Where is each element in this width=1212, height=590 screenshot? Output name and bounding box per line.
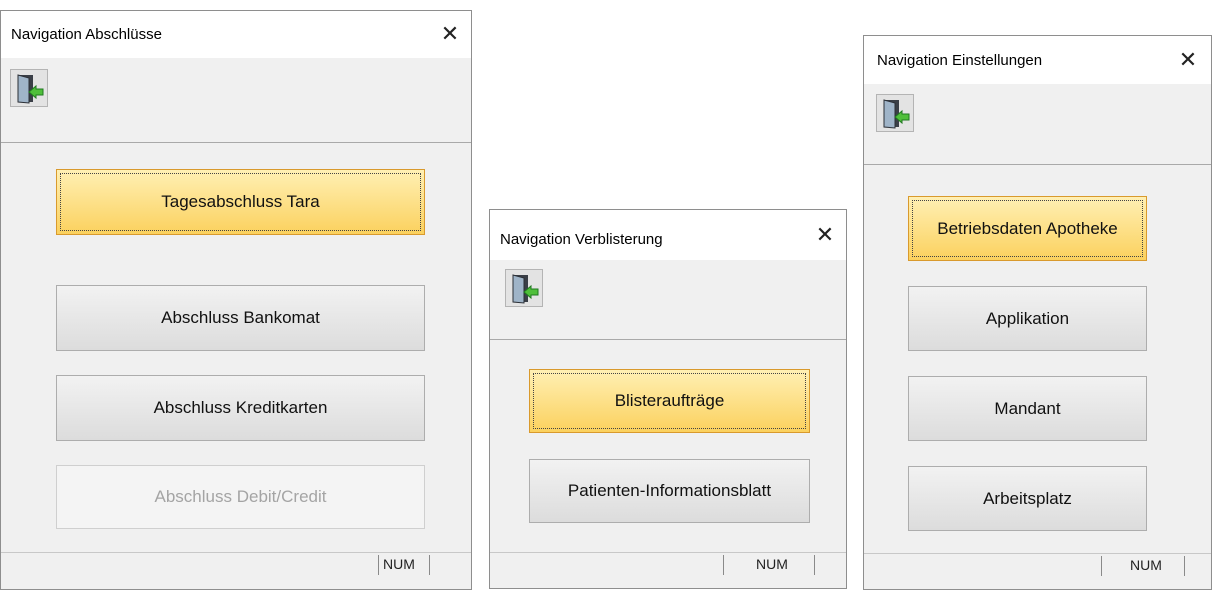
applikation-button[interactable]: Applikation xyxy=(908,286,1147,351)
title-bar: Navigation Abschlüsse ✕ xyxy=(1,11,471,58)
close-icon[interactable]: ✕ xyxy=(429,11,471,57)
num-lock-indicator: NUM xyxy=(383,556,415,572)
status-separator xyxy=(429,555,430,575)
abschluss-bankomat-button[interactable]: Abschluss Bankomat xyxy=(56,285,425,351)
close-icon[interactable]: ✕ xyxy=(804,210,846,260)
close-icon[interactable]: ✕ xyxy=(1167,36,1209,84)
window-title: Navigation Verblisterung xyxy=(500,231,663,248)
toolbar xyxy=(864,84,1211,165)
status-separator xyxy=(814,555,815,575)
exit-button[interactable] xyxy=(10,69,48,107)
status-bar: NUM xyxy=(1,552,471,575)
status-separator xyxy=(1101,556,1102,576)
title-bar: Navigation Verblisterung ✕ xyxy=(490,210,846,260)
window-navigation-einstellungen: Navigation Einstellungen ✕ Betriebsdaten… xyxy=(863,35,1212,590)
num-lock-indicator: NUM xyxy=(756,556,788,572)
toolbar xyxy=(1,58,471,143)
toolbar xyxy=(490,260,846,340)
window-title: Navigation Abschlüsse xyxy=(11,26,162,43)
abschluss-debit-credit-button: Abschluss Debit/Credit xyxy=(56,465,425,529)
window-title: Navigation Einstellungen xyxy=(877,52,1043,69)
betriebsdaten-apotheke-button[interactable]: Betriebsdaten Apotheke xyxy=(908,196,1147,261)
status-bar: NUM xyxy=(490,552,846,575)
exit-door-icon xyxy=(512,274,539,304)
exit-door-icon xyxy=(883,99,910,129)
status-separator xyxy=(723,555,724,575)
patienten-informationsblatt-button[interactable]: Patienten-Informationsblatt xyxy=(529,459,810,523)
abschluss-kreditkarten-button[interactable]: Abschluss Kreditkarten xyxy=(56,375,425,441)
window-navigation-verblisterung: Navigation Verblisterung ✕ Blisteraufträ… xyxy=(489,209,847,589)
exit-door-icon xyxy=(17,74,44,104)
title-bar: Navigation Einstellungen ✕ xyxy=(864,36,1211,84)
exit-button[interactable] xyxy=(505,269,543,307)
mandant-button[interactable]: Mandant xyxy=(908,376,1147,441)
status-bar: NUM xyxy=(864,553,1211,576)
exit-button[interactable] xyxy=(876,94,914,132)
window-navigation-abschluesse: Navigation Abschlüsse ✕ Tagesabschluss T… xyxy=(0,10,472,590)
arbeitsplatz-button[interactable]: Arbeitsplatz xyxy=(908,466,1147,531)
status-separator xyxy=(378,555,379,575)
tagesabschluss-tara-button[interactable]: Tagesabschluss Tara xyxy=(56,169,425,235)
num-lock-indicator: NUM xyxy=(1130,557,1162,573)
blisterauftraege-button[interactable]: Blisteraufträge xyxy=(529,369,810,433)
status-separator xyxy=(1184,556,1185,576)
